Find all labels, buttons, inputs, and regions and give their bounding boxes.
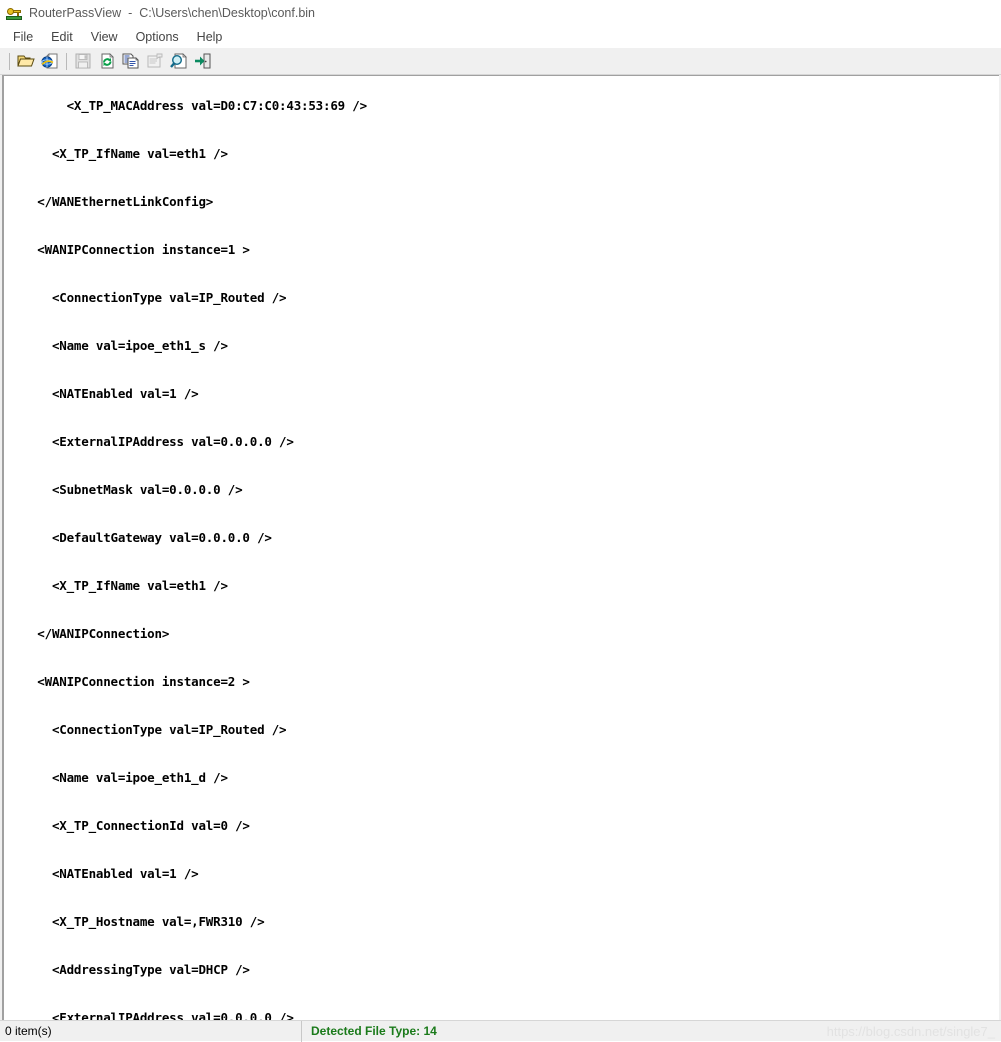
text-line: <X_TP_Hostname val=,FWR310 /> bbox=[8, 914, 265, 929]
copy-icon[interactable] bbox=[119, 50, 143, 73]
text-line: </WANIPConnection> bbox=[8, 626, 170, 641]
menu-edit[interactable]: Edit bbox=[42, 28, 82, 47]
text-line: <SubnetMask val=0.0.0.0 /> bbox=[8, 482, 243, 497]
text-line: <WANIPConnection instance=2 > bbox=[8, 674, 250, 689]
text-line: <ConnectionType val=IP_Routed /> bbox=[8, 722, 287, 737]
open-file-icon[interactable] bbox=[14, 50, 38, 73]
text-line: <X_TP_ConnectionId val=0 /> bbox=[8, 818, 250, 833]
text-line: <DefaultGateway val=0.0.0.0 /> bbox=[8, 530, 272, 545]
text-line: <X_TP_IfName val=eth1 /> bbox=[8, 578, 228, 593]
text-line: <NATEnabled val=1 /> bbox=[8, 866, 199, 881]
router-pass-view-window: RouterPassView - C:\Users\chen\Desktop\c… bbox=[0, 0, 1001, 1042]
text-line: <Name val=ipoe_eth1_d /> bbox=[8, 770, 228, 785]
text-line: <X_TP_IfName val=eth1 /> bbox=[8, 146, 228, 161]
toolbar bbox=[0, 48, 1001, 75]
text-line: <ConnectionType val=IP_Routed /> bbox=[8, 290, 287, 305]
text-line: <WANIPConnection instance=1 > bbox=[8, 242, 250, 257]
text-line: <ExternalIPAddress val=0.0.0.0 /> bbox=[8, 434, 294, 449]
text-line: <Name val=ipoe_eth1_s /> bbox=[8, 338, 228, 353]
menu-file[interactable]: File bbox=[4, 28, 42, 47]
menu-help[interactable]: Help bbox=[188, 28, 232, 47]
exit-icon[interactable] bbox=[191, 50, 215, 73]
properties-icon bbox=[143, 50, 167, 73]
text-line: <AddressingType val=DHCP /> bbox=[8, 962, 250, 977]
refresh-icon[interactable] bbox=[95, 50, 119, 73]
open-in-browser-icon[interactable] bbox=[38, 50, 62, 73]
menu-options[interactable]: Options bbox=[127, 28, 188, 47]
window-title: RouterPassView - C:\Users\chen\Desktop\c… bbox=[29, 6, 316, 20]
toolbar-separator bbox=[66, 52, 67, 70]
status-detected-file-type: Detected File Type: 14 bbox=[311, 1024, 437, 1038]
text-line: <ExternalIPAddress val=0.0.0.0 /> bbox=[8, 1010, 294, 1020]
toolbar-separator bbox=[9, 52, 10, 70]
text-line: </WANEthernetLinkConfig> bbox=[8, 194, 214, 209]
menu-bar: File Edit View Options Help bbox=[0, 26, 1001, 48]
status-bar: 0 item(s) Detected File Type: 14 https:/… bbox=[0, 1020, 1001, 1042]
content-area: <X_TP_MACAddress val=D0:C7:C0:43:53:69 /… bbox=[0, 75, 1001, 1020]
status-item-count: 0 item(s) bbox=[0, 1020, 302, 1042]
config-text-view[interactable]: <X_TP_MACAddress val=D0:C7:C0:43:53:69 /… bbox=[2, 75, 999, 1020]
title-bar: RouterPassView - C:\Users\chen\Desktop\c… bbox=[0, 0, 1001, 26]
save-icon bbox=[71, 50, 95, 73]
text-line: <NATEnabled val=1 /> bbox=[8, 386, 199, 401]
find-icon[interactable] bbox=[167, 50, 191, 73]
menu-view[interactable]: View bbox=[82, 28, 127, 47]
key-icon bbox=[5, 4, 23, 22]
text-line: <X_TP_MACAddress val=D0:C7:C0:43:53:69 /… bbox=[8, 98, 368, 113]
config-lines: <X_TP_MACAddress val=D0:C7:C0:43:53:69 /… bbox=[4, 76, 999, 1020]
